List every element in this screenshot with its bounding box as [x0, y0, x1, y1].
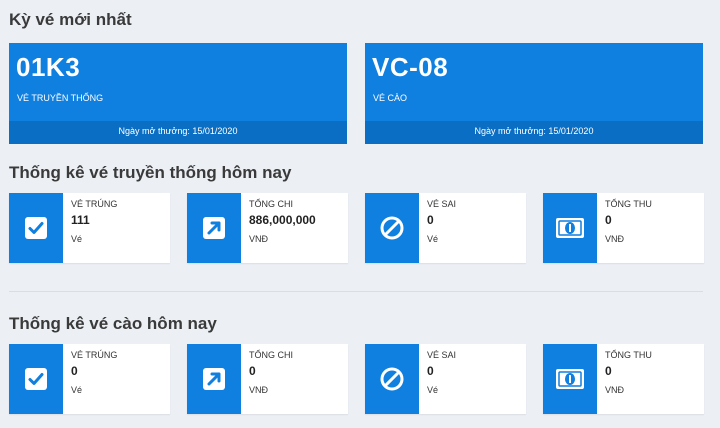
stat-unit: VNĐ [249, 385, 269, 395]
stat-label: VÉ TRÚNG [71, 350, 118, 360]
latest-section-title: Kỳ vé mới nhất [9, 10, 132, 29]
stat-box-total-spent: TỔNG CHI 886,000,000 VNĐ [187, 193, 348, 263]
stat-label: TỔNG THU [605, 350, 652, 360]
stat-label: TỔNG CHI [249, 199, 293, 209]
stat-label: VÉ SAI [427, 350, 457, 360]
stat-label: TỔNG THU [605, 199, 652, 209]
stat-value: 0 [71, 364, 78, 378]
stat-value: 0 [605, 364, 612, 378]
latest-card-scratch[interactable]: VC-08 VÉ CÀO Ngày mở thưởng: 15/01/2020 [365, 43, 703, 144]
ban-icon [365, 193, 419, 263]
stat-value: 0 [427, 364, 434, 378]
stat-box-winning-tickets: VÉ TRÚNG 111 Vé [9, 193, 170, 263]
stat-unit: Vé [71, 234, 83, 244]
stat-box-total-revenue: TỔNG THU 0 VNĐ [543, 344, 704, 414]
stat-unit: VNĐ [249, 234, 269, 244]
stat-box-total-revenue: TỔNG THU 0 VNĐ [543, 193, 704, 263]
arrow-up-right-icon [187, 193, 241, 263]
stat-value: 0 [427, 213, 434, 227]
stat-label: VÉ TRÚNG [71, 199, 118, 209]
latest-card-code: 01K3 [16, 52, 81, 82]
stat-value: 0 [249, 364, 256, 378]
latest-card-type: VÉ TRUYỀN THỐNG [17, 93, 104, 103]
latest-card-footer: Ngày mở thưởng: 15/01/2020 [365, 121, 703, 144]
stat-unit: Vé [71, 385, 83, 395]
latest-card-footer: Ngày mở thưởng: 15/01/2020 [9, 121, 347, 144]
stat-value: 886,000,000 [249, 213, 316, 227]
section-divider [9, 291, 703, 292]
check-square-icon [9, 193, 63, 263]
traditional-stats-title: Thống kê vé truyền thống hôm nay [9, 163, 292, 182]
ban-icon [365, 344, 419, 414]
stat-box-total-spent: TỔNG CHI 0 VNĐ [187, 344, 348, 414]
stat-value: 111 [71, 213, 90, 227]
stat-value: 0 [605, 213, 612, 227]
latest-card-type: VÉ CÀO [373, 93, 408, 103]
stat-box-invalid-tickets: VÉ SAI 0 Vé [365, 344, 526, 414]
stat-label: VÉ SAI [427, 199, 457, 209]
check-square-icon [9, 344, 63, 414]
latest-card-code: VC-08 [372, 52, 449, 82]
money-bill-icon [543, 344, 597, 414]
latest-card-traditional[interactable]: 01K3 VÉ TRUYỀN THỐNG Ngày mở thưởng: 15/… [9, 43, 347, 144]
stat-unit: VNĐ [605, 234, 625, 244]
arrow-up-right-icon [187, 344, 241, 414]
stat-box-winning-tickets: VÉ TRÚNG 0 Vé [9, 344, 170, 414]
stat-unit: Vé [427, 234, 439, 244]
stat-unit: Vé [427, 385, 439, 395]
scratch-stats-title: Thống kê vé cào hôm nay [9, 314, 217, 333]
money-bill-icon [543, 193, 597, 263]
stat-box-invalid-tickets: VÉ SAI 0 Vé [365, 193, 526, 263]
stat-unit: VNĐ [605, 385, 625, 395]
stat-label: TỔNG CHI [249, 350, 293, 360]
